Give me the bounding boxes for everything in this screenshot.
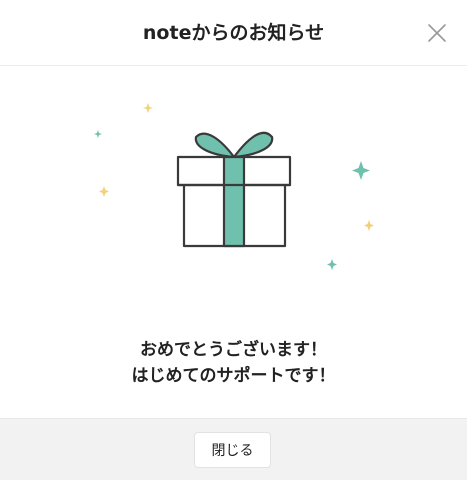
- modal-header: noteからのお知らせ: [0, 0, 467, 66]
- sparkle-icon: [99, 186, 109, 197]
- congratulations-message: おめでとうございます！ はじめてのサポートです！: [0, 337, 467, 389]
- notification-modal: noteからのお知らせ おめでとうございます！ はじめてのサポートです！ 閉じる: [0, 0, 467, 480]
- sparkle-icon: [327, 259, 337, 270]
- sparkle-icon: [352, 161, 370, 180]
- sparkle-icon: [94, 130, 102, 138]
- gift-illustration: [0, 67, 467, 327]
- message-line-1: おめでとうございます！: [140, 340, 327, 360]
- close-icon[interactable]: [424, 20, 450, 46]
- modal-title: noteからのお知らせ: [142, 22, 325, 44]
- sparkle-icon: [143, 103, 153, 113]
- message-line-2: はじめてのサポートです！: [131, 366, 336, 386]
- close-button[interactable]: 閉じる: [194, 432, 271, 468]
- gift-box-icon: [176, 131, 292, 248]
- modal-footer: 閉じる: [0, 418, 467, 480]
- sparkle-icon: [364, 220, 374, 231]
